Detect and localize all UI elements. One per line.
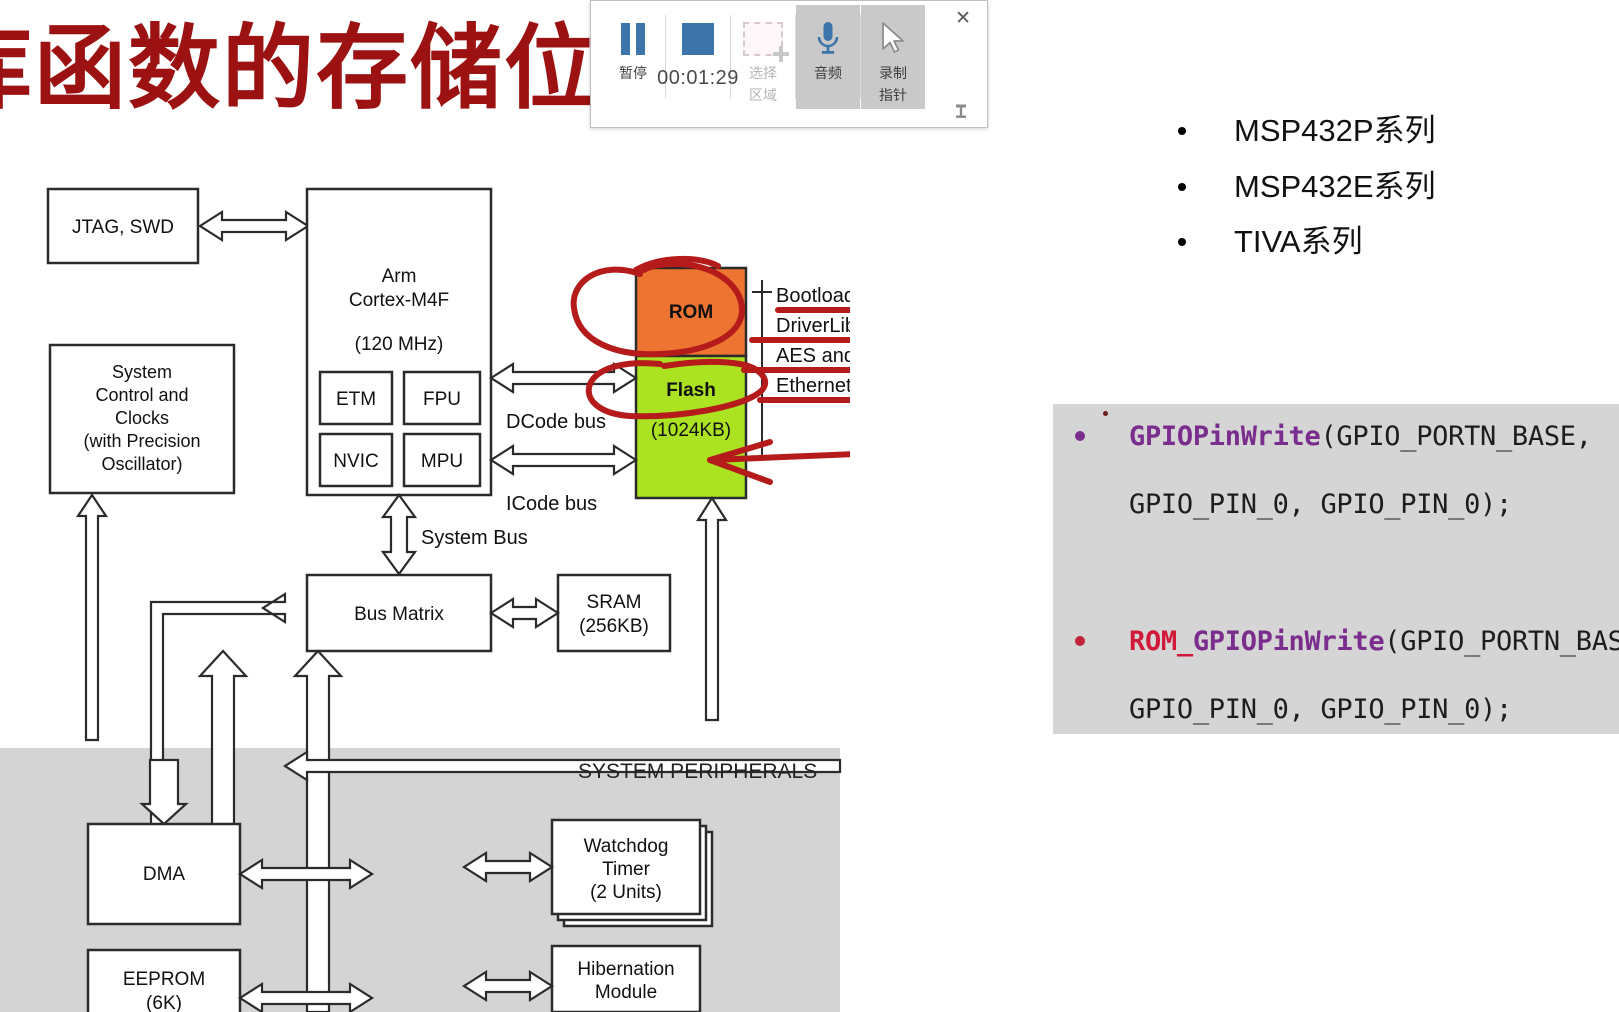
rom-content-driverlib: DriverLib <box>776 315 850 337</box>
sysctl-line5: Oscillator) <box>101 454 182 474</box>
bullet-dot <box>1178 238 1186 246</box>
code-args: (GPIO_PORTN_BASE, <box>1320 421 1592 452</box>
rom-label: ROM <box>669 302 713 323</box>
select-area-label-line2: 区域 <box>749 87 777 104</box>
dcode-bus-label: DCode bus <box>506 411 606 433</box>
stop-button[interactable]: 00:01:29 <box>657 5 738 109</box>
sysctl-line4: (with Precision <box>83 431 200 451</box>
select-area-button[interactable]: 选择 区域 <box>731 5 795 109</box>
record-pointer-label-line2: 指针 <box>879 87 907 104</box>
eeprom-line1: EEPROM <box>123 969 205 990</box>
select-area-icon <box>743 19 789 62</box>
hib-line1: Hibernation <box>577 959 674 980</box>
icode-bus-label: ICode bus <box>506 493 597 515</box>
bullet-label: MSP432P系列 <box>1234 113 1436 148</box>
bullet-item-1: MSP432E系列 <box>1178 161 1436 206</box>
stray-dot <box>1103 411 1108 416</box>
cpu-line1: Arm <box>382 266 417 287</box>
sysctl-line1: System <box>112 362 172 382</box>
system-bus-label: System Bus <box>421 527 528 549</box>
block-diagram: .bx{fill:#fff;stroke:#2b2b2b;stroke-widt… <box>0 160 850 1012</box>
code-keyword-rom: ROM_ <box>1129 626 1193 657</box>
page-title: 库函数的存储位置 <box>0 14 693 122</box>
select-area-label-line1: 选择 <box>749 65 777 81</box>
bus-matrix-label: Bus Matrix <box>354 604 444 625</box>
record-pointer-button[interactable]: 录制 指针 <box>861 5 925 109</box>
close-icon[interactable]: ✕ <box>955 9 971 28</box>
mpu-label: MPU <box>421 451 463 472</box>
code-bullet-0 <box>1075 431 1085 441</box>
record-pointer-label-line1: 录制 <box>879 65 907 81</box>
code-line-2a: ROM_GPIOPinWrite(GPIO_PORTN_BASE, <box>1129 626 1619 657</box>
pause-icon <box>621 19 645 59</box>
cpu-line3: (120 MHz) <box>355 334 444 355</box>
block-sram <box>556 573 672 653</box>
audio-button-label: 音频 <box>814 65 842 81</box>
sysctl-line2: Control and <box>95 385 188 405</box>
code-args: (GPIO_PORTN_BASE, <box>1384 626 1619 657</box>
sram-line1: SRAM <box>587 592 642 613</box>
rom-content-ethernet-bootloader: Ethernet Bootloater <box>776 375 850 397</box>
bullet-label: MSP432E系列 <box>1234 169 1436 204</box>
rom-content-bootloader: Bootloader <box>776 285 850 307</box>
sysctl-line3: Clocks <box>115 408 169 428</box>
wdt-line2: Timer <box>602 859 651 880</box>
block-jtag-label: JTAG, SWD <box>72 217 174 238</box>
sram-line2: (256KB) <box>579 616 649 637</box>
wdt-line1: Watchdog <box>584 836 669 857</box>
pause-button-label: 暂停 <box>619 65 647 81</box>
dma-label: DMA <box>143 864 186 885</box>
cpu-line2: Cortex-M4F <box>349 290 449 311</box>
bullet-label: TIVA系列 <box>1234 224 1363 259</box>
audio-toggle-button[interactable]: 音频 <box>796 5 860 109</box>
bullet-dot <box>1178 183 1186 191</box>
pause-button[interactable]: 暂停 <box>601 5 665 109</box>
code-line-2b: GPIO_PIN_0, GPIO_PIN_0); <box>1129 694 1512 725</box>
recording-timer: 00:01:29 <box>657 67 739 89</box>
flash-label: Flash <box>666 380 716 401</box>
bullet-item-2: TIVA系列 <box>1178 216 1363 261</box>
stop-icon <box>682 19 714 59</box>
etm-label: ETM <box>336 389 376 410</box>
code-keyword: GPIOPinWrite <box>1192 626 1385 657</box>
wdt-line3: (2 Units) <box>590 882 662 903</box>
cursor-arrow-icon <box>879 19 907 59</box>
pin-icon[interactable] <box>953 103 969 121</box>
code-keyword: GPIOPinWrite <box>1129 421 1321 452</box>
code-line-1b: GPIO_PIN_0, GPIO_PIN_0); <box>1129 489 1512 520</box>
nvic-label: NVIC <box>333 451 378 472</box>
flash-size-label: (1024KB) <box>651 420 731 441</box>
screen-recording-toolbar[interactable]: 暂停 00:01:29 选择 区域 音频 录制 指针 ✕ <box>590 0 988 128</box>
code-line-1a: GPIOPinWrite(GPIO_PORTN_BASE, <box>1129 421 1592 452</box>
fpu-label: FPU <box>423 389 461 410</box>
eeprom-line2: (6K) <box>146 993 182 1012</box>
hib-line2: Module <box>595 982 657 1003</box>
rom-content-aes-crc: AES and CRC <box>776 345 850 367</box>
bullet-dot <box>1178 127 1186 135</box>
code-block-panel: GPIOPinWrite(GPIO_PORTN_BASE, GPIO_PIN_0… <box>1053 404 1619 734</box>
bullet-item-0: MSP432P系列 <box>1178 105 1436 150</box>
microphone-icon <box>815 19 841 59</box>
system-peripherals-label: SYSTEM PERIPHERALS <box>578 760 817 783</box>
code-bullet-1 <box>1075 636 1085 646</box>
